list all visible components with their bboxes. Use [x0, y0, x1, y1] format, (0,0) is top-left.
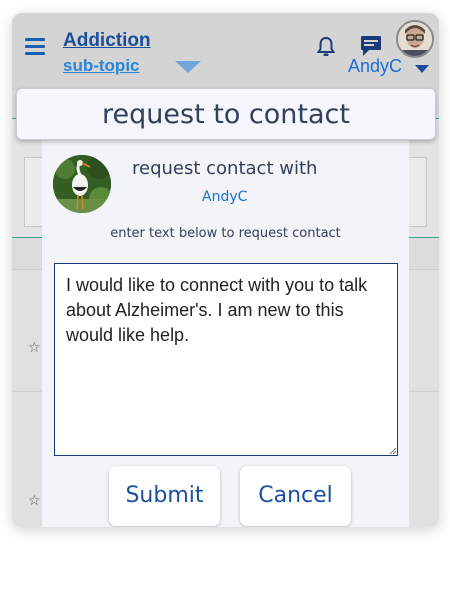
topic-title[interactable]: Addiction [63, 30, 151, 52]
chat-icon[interactable] [360, 35, 384, 57]
cancel-button[interactable]: Cancel [240, 466, 351, 526]
user-avatar[interactable] [396, 20, 434, 58]
instruction-text: enter text below to request contact [110, 226, 341, 241]
star-icon[interactable]: ☆ [28, 493, 41, 509]
app-screen: Addiction sub-topic AndyC ☆ ☆ request to… [12, 13, 439, 527]
subtopic-link[interactable]: sub-topic [63, 56, 140, 76]
top-bar: Addiction sub-topic AndyC [12, 13, 439, 91]
request-contact-dialog: request contact with AndyC enter text be… [42, 140, 409, 527]
submit-button[interactable]: Submit [109, 466, 220, 526]
contact-avatar [53, 155, 111, 213]
request-heading: request contact with [132, 158, 318, 179]
contact-name-link[interactable]: AndyC [202, 189, 247, 205]
resize-grip-icon[interactable] [389, 447, 397, 455]
message-textarea[interactable]: I would like to connect with you to talk… [54, 263, 398, 456]
bell-icon[interactable] [317, 36, 335, 58]
star-icon[interactable]: ☆ [28, 340, 41, 356]
hamburger-menu-icon[interactable] [25, 38, 45, 55]
user-menu-caret-icon[interactable] [415, 65, 429, 73]
modal-title: request to contact [16, 88, 436, 140]
user-menu-name[interactable]: AndyC [348, 56, 402, 77]
chevron-down-icon[interactable] [175, 61, 201, 73]
